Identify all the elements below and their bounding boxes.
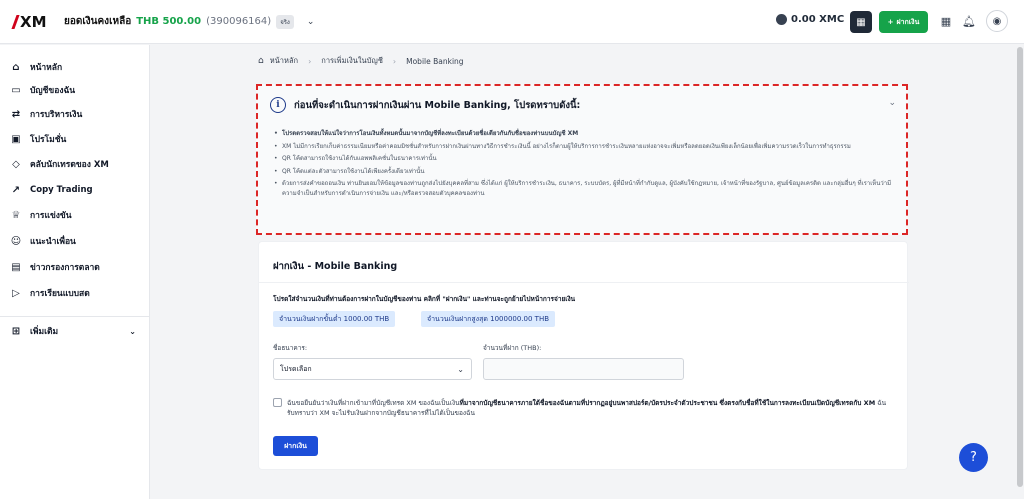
- min-deposit-badge: จำนวนเงินฝากขั้นต่ำ 1000.00 THB: [273, 311, 396, 327]
- deposit-button[interactable]: + ฝากเงิน: [879, 11, 928, 33]
- user-icon: ◉: [992, 15, 1002, 27]
- consent-text-part: ฉันขอยืนยันว่าเงินที่ฝากเข้ามาที่บัญชีเท…: [287, 399, 460, 407]
- chevron-down-icon: ⌄: [129, 326, 136, 336]
- transfer-icon: ⇄: [11, 108, 21, 120]
- sidebar-item-loyalty[interactable]: ◇ คลับนักเทรดของ XM: [10, 156, 140, 172]
- wallet-icon: ▭: [11, 84, 21, 96]
- users-icon: ☺: [10, 235, 22, 247]
- chevron-down-icon[interactable]: ⌄: [307, 17, 315, 27]
- user-avatar[interactable]: ◉: [986, 10, 1008, 32]
- sidebar-item-label: เพิ่มเติม: [30, 327, 59, 337]
- sidebar-item-competitions[interactable]: ♕ การแข่งขัน: [10, 207, 140, 223]
- sidebar-item-home[interactable]: ⌂ หน้าหลัก: [10, 59, 140, 75]
- account-number: (390096164): [206, 16, 272, 27]
- qr-code-button[interactable]: ▦: [850, 11, 872, 33]
- sidebar-item-my-accounts[interactable]: ▭ บัญชีของฉัน: [10, 82, 140, 98]
- logo-mark-icon: [11, 15, 20, 29]
- logo-text: XM: [20, 13, 47, 31]
- grid-icon: ⊞: [11, 325, 21, 337]
- list-item: ด้วยการส่งคำขอถอนเงิน ท่านยินยอมให้ข้อมู…: [274, 179, 894, 198]
- consent-text-bold: ที่มาจากบัญชีธนาคารภายใต้ชื่อของฉันตามที…: [459, 399, 876, 407]
- list-item: โปรดตรวจสอบให้แน่ใจว่าการโอนเงินทั้งหมดน…: [274, 129, 894, 139]
- chevron-right-icon: ›: [392, 56, 397, 66]
- xmc-balance[interactable]: 0.00 XMC: [776, 14, 844, 25]
- bank-select[interactable]: โปรดเลือก ⌄: [273, 358, 472, 380]
- sidebar-item-copy-trading[interactable]: ↗ Copy Trading: [10, 182, 140, 198]
- sidebar-item-label: ข่าวกรองการตลาด: [30, 263, 100, 273]
- balance-amount: THB 500.00: [136, 16, 202, 27]
- sidebar-item-promotions[interactable]: ▣ โปรโมชั่น: [10, 131, 140, 147]
- sidebar-divider: [0, 316, 150, 317]
- list-item: QR โค้ดแต่ละตัวสามารถใช้งานได้เพียงครั้ง…: [274, 167, 894, 177]
- balance-label: ยอดเงินคงเหลือ: [64, 16, 132, 27]
- trend-icon: ↗: [11, 184, 21, 196]
- breadcrumb-home[interactable]: หน้าหลัก: [270, 55, 298, 67]
- qr-code-icon: ▦: [856, 16, 866, 28]
- notice-title: ก่อนที่จะดำเนินการฝากเงินผ่าน Mobile Ban…: [294, 99, 581, 111]
- apps-grid-icon[interactable]: ▦: [939, 14, 953, 28]
- sidebar-item-label: Copy Trading: [30, 185, 93, 195]
- xm-logo[interactable]: XM: [11, 13, 47, 31]
- bell-icon[interactable]: 🔔︎: [962, 14, 976, 28]
- deposit-form-card: ฝากเงิน - Mobile Banking โปรดใส่จำนวนเงิ…: [258, 241, 909, 470]
- sidebar-item-label: หน้าหลัก: [30, 63, 63, 73]
- list-item: QR โค้ดสามารถใช้งานได้กับแอพพลิเคชั่นในธ…: [274, 154, 894, 164]
- chevron-right-icon: ›: [308, 56, 312, 66]
- sidebar-item-label: การเรียนแบบสด: [30, 289, 90, 299]
- sidebar-item-more[interactable]: ⊞ เพิ่มเติม ⌄: [10, 323, 140, 339]
- home-icon: ⌂: [12, 61, 20, 73]
- account-balance[interactable]: ยอดเงินคงเหลือ THB 500.00 (390096164) จร…: [64, 14, 314, 29]
- chat-icon: ?: [970, 450, 977, 465]
- deposit-button-label: ฝากเงิน: [896, 17, 920, 26]
- notice-header[interactable]: i ก่อนที่จะดำเนินการฝากเงินผ่าน Mobile B…: [270, 97, 580, 113]
- scrollbar-thumb[interactable]: [1017, 47, 1023, 487]
- gift-icon: ▣: [11, 133, 21, 145]
- deposit-notice: i ก่อนที่จะดำเนินการฝากเงินผ่าน Mobile B…: [256, 84, 908, 235]
- card-divider: [259, 282, 909, 283]
- list-item: XM ไม่มีการเรียกเก็บค่าธรรมเนียมหรือค่าค…: [274, 142, 894, 152]
- notice-list: โปรดตรวจสอบให้แน่ใจว่าการโอนเงินทั้งหมดน…: [274, 129, 894, 201]
- sidebar-item-label: แนะนำเพื่อน: [30, 237, 76, 247]
- form-title: ฝากเงิน - Mobile Banking: [273, 261, 398, 272]
- amount-label: จำนวนที่ฝาก (THB):: [483, 344, 542, 352]
- sidebar-item-market-news[interactable]: ▤ ข่าวกรองการตลาด: [10, 259, 140, 275]
- consent-checkbox[interactable]: [273, 398, 282, 407]
- sidebar-item-refer-friend[interactable]: ☺ แนะนำเพื่อน: [10, 233, 140, 249]
- diamond-icon: ◇: [12, 158, 20, 170]
- form-instruction: โปรดใส่จำนวนเงินที่ท่านต้องการฝากในบัญชี…: [273, 295, 576, 303]
- bank-select-value: โปรดเลือก: [280, 364, 312, 373]
- sidebar: ⌂ หน้าหลัก ▭ บัญชีของฉัน ⇄ การบริหารเงิน…: [0, 45, 150, 499]
- trophy-icon: ♕: [11, 209, 21, 221]
- breadcrumb-current: Mobile Banking: [406, 56, 464, 66]
- max-deposit-badge: จำนวนเงินฝากสูงสุด 1000000.00 THB: [421, 311, 556, 327]
- scrollbar[interactable]: [1016, 45, 1024, 499]
- sidebar-item-live-education[interactable]: ▷ การเรียนแบบสด: [10, 285, 140, 301]
- help-chat-button[interactable]: ?: [959, 443, 988, 472]
- xmc-coin-icon: [776, 14, 787, 25]
- top-bar: XM ยอดเงินคงเหลือ THB 500.00 (390096164)…: [0, 0, 1024, 44]
- sidebar-item-label: บัญชีของฉัน: [30, 86, 76, 96]
- video-icon: ▷: [12, 287, 20, 299]
- sidebar-item-label: การแข่งขัน: [30, 211, 72, 221]
- plus-icon: +: [887, 18, 894, 26]
- breadcrumb: ⌂ หน้าหลัก › การเพิ่มเงินในบัญชี › Mobil…: [258, 55, 464, 67]
- account-type-badge: จริง: [276, 14, 294, 29]
- calendar-icon: ▤: [11, 261, 21, 273]
- chevron-down-icon: ⌄: [457, 365, 464, 374]
- xmc-amount: 0.00 XMC: [791, 14, 845, 25]
- bank-name-label: ชื่อธนาคาร:: [273, 344, 308, 352]
- sidebar-item-label: คลับนักเทรดของ XM: [30, 160, 109, 170]
- consent-text: ฉันขอยืนยันว่าเงินที่ฝากเข้ามาที่บัญชีเท…: [287, 398, 887, 418]
- home-icon[interactable]: ⌂: [258, 56, 264, 66]
- chevron-down-icon[interactable]: ⌄: [888, 98, 896, 108]
- submit-deposit-button[interactable]: ฝากเงิน: [273, 436, 318, 456]
- info-icon: i: [270, 97, 286, 113]
- sidebar-item-label: โปรโมชั่น: [30, 135, 67, 145]
- breadcrumb-deposit[interactable]: การเพิ่มเงินในบัญชี: [321, 55, 383, 67]
- sidebar-item-label: การบริหารเงิน: [30, 110, 83, 120]
- sidebar-item-funds[interactable]: ⇄ การบริหารเงิน: [10, 106, 140, 122]
- amount-input[interactable]: [483, 358, 684, 380]
